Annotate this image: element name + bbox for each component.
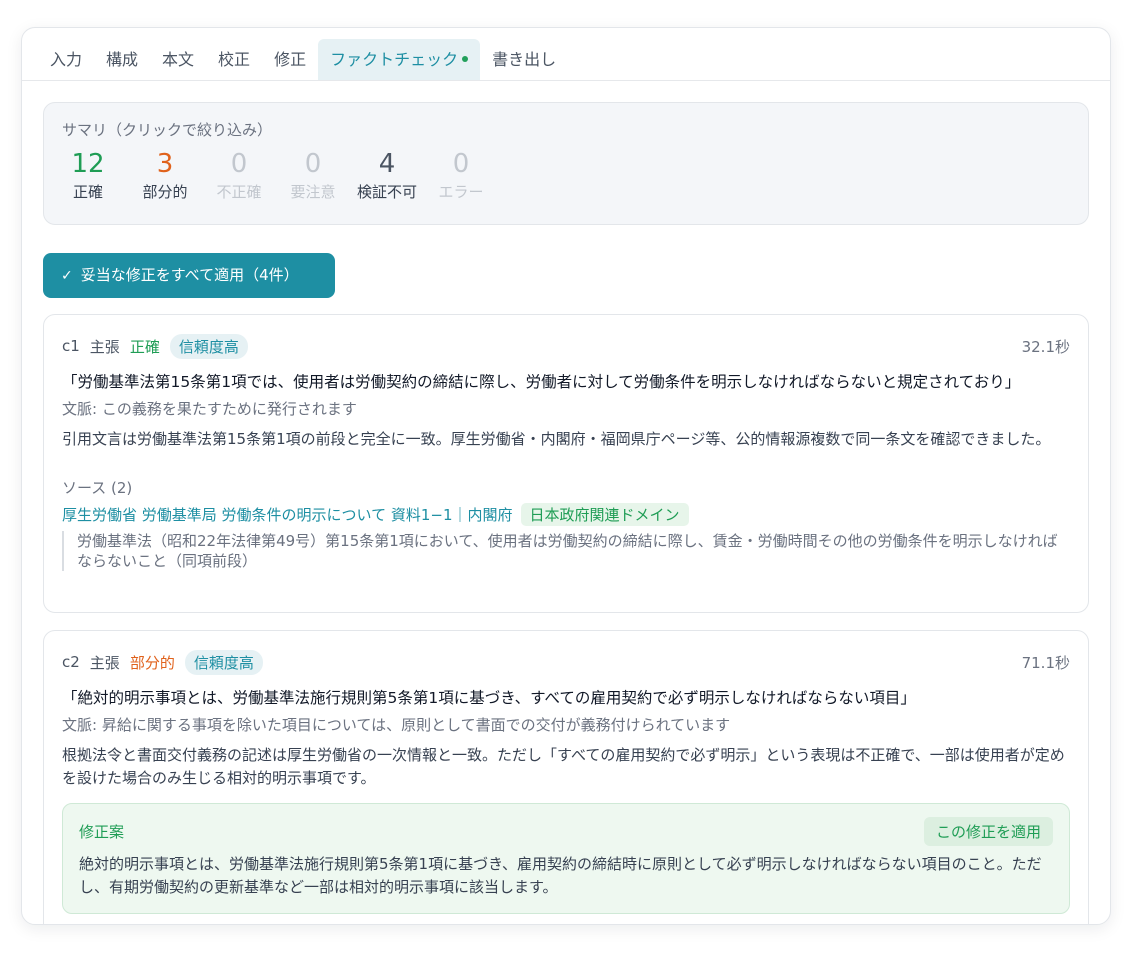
source-item: 厚生労働省 労働基準局 労働条件の明示について 資料1−1｜内閣府 日本政府関連… xyxy=(62,503,1070,526)
stat-error-count: 0 xyxy=(452,149,470,179)
tab-structure[interactable]: 構成 xyxy=(94,39,150,80)
claim-text: 「労働基準法第15条第1項では、使用者は労働契約の締結に際し、労働者に対して労働… xyxy=(62,373,1021,391)
main-content: サマリ（クリックで絞り込み） 12 正確 3 部分的 0 不正確 0 要注意 4… xyxy=(22,81,1110,924)
apply-all-label: 妥当な修正をすべて適用（4件） xyxy=(80,266,299,284)
stat-caution-label: 要注意 xyxy=(290,183,336,201)
stat-unverifiable-count: 4 xyxy=(378,149,396,179)
summary-title: サマリ（クリックで絞り込み） xyxy=(62,121,273,139)
confidence-badge: 信頼度高 xyxy=(169,333,248,359)
claim-card-c2: c2 主張 部分的 信頼度高 71.1秒 「絶対的明示事項とは、労働基準法施行規… xyxy=(43,630,1089,924)
elapsed-time: 32.1秒 xyxy=(1021,337,1070,356)
stat-partial-count: 3 xyxy=(156,149,174,179)
verdict-label: 正確 xyxy=(129,337,160,356)
claim-header: c1 主張 正確 信頼度高 32.1秒 xyxy=(62,333,1070,359)
tab-body[interactable]: 本文 xyxy=(150,39,206,80)
source-quote: 労働基準法（昭和22年法律第49号）第15条第1項において、使用者は労働契約の締… xyxy=(62,531,1070,571)
stat-incorrect[interactable]: 0 不正確 xyxy=(202,149,276,202)
claim-context: 文脈: この義務を果たすために発行されます xyxy=(62,400,357,418)
stat-partial[interactable]: 3 部分的 xyxy=(128,149,202,202)
stat-error-label: エラー xyxy=(438,183,484,201)
stat-caution[interactable]: 0 要注意 xyxy=(276,149,350,202)
claim-id: c2 xyxy=(62,653,80,671)
factcheck-panel: 入力 構成 本文 校正 修正 ファクトチェック 書き出し サマリ（クリックで絞り… xyxy=(21,27,1111,925)
claim-id: c1 xyxy=(62,337,80,355)
summary-stats: 12 正確 3 部分的 0 不正確 0 要注意 4 検証不可 0 エラー xyxy=(62,149,1070,202)
stat-correct-count: 12 xyxy=(71,149,105,179)
elapsed-time: 71.1秒 xyxy=(1021,653,1070,672)
tab-export[interactable]: 書き出し xyxy=(480,39,568,80)
fix-text: 絶対的明示事項とは、労働基準法施行規則第5条第1項に基づき、雇用契約の締結時に原… xyxy=(79,855,1042,896)
tab-factcheck-label: ファクトチェック xyxy=(330,50,459,69)
status-dot-icon xyxy=(462,55,469,62)
stat-partial-label: 部分的 xyxy=(142,183,188,201)
claim-context: 文脈: 昇給に関する事項を除いた項目については、原則として書面での交付が義務付け… xyxy=(62,716,731,734)
apply-all-button[interactable]: ✓ 妥当な修正をすべて適用（4件） xyxy=(43,253,335,298)
stat-unverifiable[interactable]: 4 検証不可 xyxy=(350,149,424,202)
claim-reason: 引用文言は労働基準法第15条第1項の前段と完全に一致。厚生労働省・内閣府・福岡県… xyxy=(62,430,1051,448)
check-icon: ✓ xyxy=(61,268,73,284)
stat-correct-label: 正確 xyxy=(72,183,103,201)
stat-incorrect-label: 不正確 xyxy=(216,183,262,201)
verdict-label: 部分的 xyxy=(129,653,175,672)
claim-type: 主張 xyxy=(89,337,120,356)
fix-title: 修正案 xyxy=(79,822,125,841)
claim-header: c2 主張 部分的 信頼度高 71.1秒 xyxy=(62,649,1070,675)
tab-input[interactable]: 入力 xyxy=(38,39,94,80)
tab-revise[interactable]: 修正 xyxy=(262,39,318,80)
stat-caution-count: 0 xyxy=(304,149,322,179)
claim-text: 「絶対的明示事項とは、労働基準法施行規則第5条第1項に基づき、すべての雇用契約で… xyxy=(62,689,916,707)
fix-header: 修正案 この修正を適用 xyxy=(79,816,1053,846)
domain-badge: 日本政府関連ドメイン xyxy=(520,503,689,526)
tab-proofread[interactable]: 校正 xyxy=(206,39,262,80)
claim-reason: 根拠法令と書面交付義務の記述は厚生労働省の一次情報と一致。ただし「すべての雇用契… xyxy=(62,746,1065,787)
stat-incorrect-count: 0 xyxy=(230,149,248,179)
fix-suggestion: 修正案 この修正を適用 絶対的明示事項とは、労働基準法施行規則第5条第1項に基づ… xyxy=(62,803,1070,914)
summary-box: サマリ（クリックで絞り込み） 12 正確 3 部分的 0 不正確 0 要注意 4… xyxy=(43,102,1089,225)
claim-type: 主張 xyxy=(89,653,120,672)
claim-card-c1: c1 主張 正確 信頼度高 32.1秒 「労働基準法第15条第1項では、使用者は… xyxy=(43,314,1089,613)
apply-fix-button[interactable]: この修正を適用 xyxy=(923,816,1053,846)
stat-error[interactable]: 0 エラー xyxy=(424,149,498,202)
tab-factcheck[interactable]: ファクトチェック xyxy=(318,39,481,80)
sources-title: ソース (2) xyxy=(62,479,133,497)
stat-correct[interactable]: 12 正確 xyxy=(62,149,114,202)
confidence-badge: 信頼度高 xyxy=(184,649,263,675)
stat-unverifiable-label: 検証不可 xyxy=(356,183,417,201)
tab-bar: 入力 構成 本文 校正 修正 ファクトチェック 書き出し xyxy=(22,28,1110,81)
source-link[interactable]: 厚生労働省 労働基準局 労働条件の明示について 資料1−1｜内閣府 xyxy=(62,504,513,525)
